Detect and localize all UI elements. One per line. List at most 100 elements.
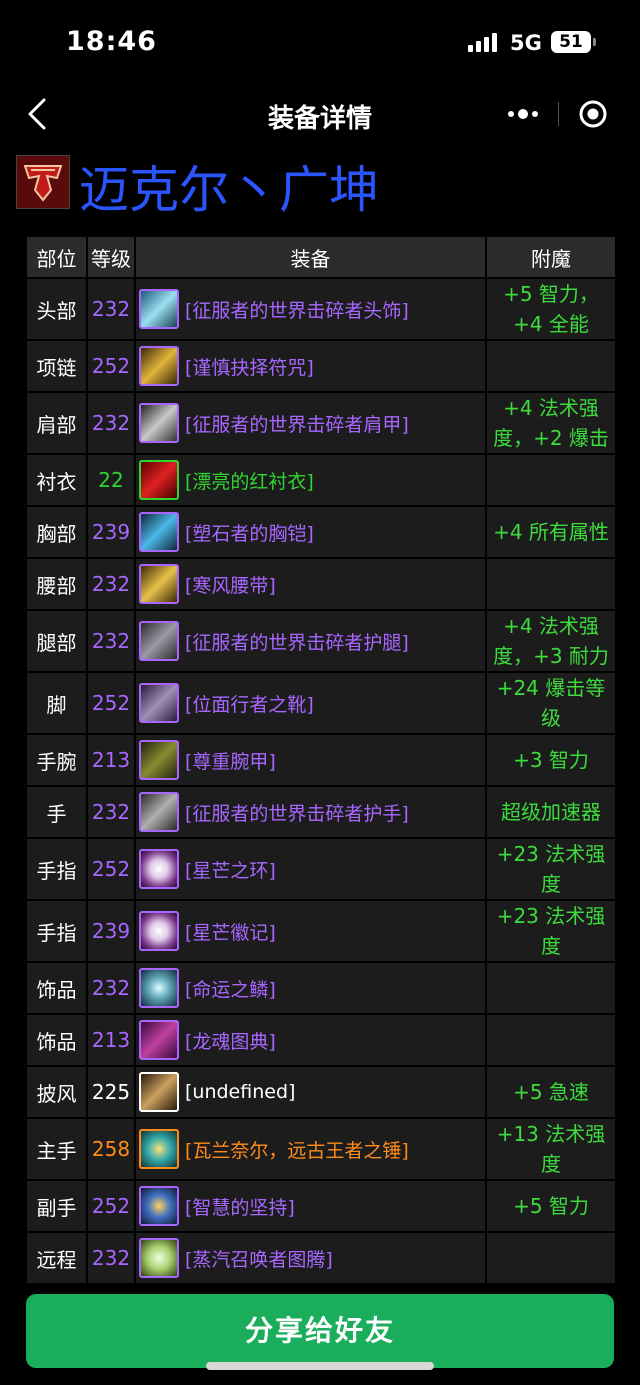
slot-cell: 饰品 — [25, 1013, 88, 1067]
item-cell[interactable]: [征服者的世界击碎者护腿] — [134, 609, 487, 673]
item-name-link[interactable]: [塑石者的胸铠] — [185, 519, 314, 546]
table-row[interactable]: 主手 258 [瓦兰奈尔，远古王者之锤] +13 法术强度 — [25, 1117, 617, 1181]
slot-cell: 肩部 — [25, 391, 88, 455]
table-row[interactable]: 项链 252 [谨慎抉择符咒] — [25, 339, 617, 393]
slot-cell: 手腕 — [25, 733, 88, 787]
item-cell[interactable]: [瓦兰奈尔，远古王者之锤] — [134, 1117, 487, 1181]
enchant-cell: +4 法术强度，+3 耐力 — [485, 609, 617, 673]
item-name-link[interactable]: [寒风腰带] — [185, 571, 276, 598]
offhand-icon — [139, 1186, 179, 1226]
item-cell[interactable]: [龙魂图典] — [134, 1013, 487, 1067]
slot-cell: 胸部 — [25, 505, 88, 559]
item-name-link[interactable]: [征服者的世界击碎者肩甲] — [185, 410, 409, 437]
book-icon — [139, 1020, 179, 1060]
item-name-link[interactable]: [征服者的世界击碎者护手] — [185, 799, 409, 826]
enchant-cell: +4 法术强度，+2 爆击 — [485, 391, 617, 455]
item-cell[interactable]: [undefined] — [134, 1065, 487, 1119]
item-name-link[interactable]: [星芒之环] — [185, 856, 276, 883]
table-row[interactable]: 胸部 239 [塑石者的胸铠] +4 所有属性 — [25, 505, 617, 559]
table-row[interactable]: 头部 232 [征服者的世界击碎者头饰] +5 智力，+4 全能 — [25, 277, 617, 341]
item-name-link[interactable]: [星芒徽记] — [185, 918, 276, 945]
close-button[interactable] — [578, 99, 608, 129]
table-row[interactable]: 衬衣 22 [漂亮的红衬衣] — [25, 453, 617, 507]
enchant-cell: +23 法术强度 — [485, 899, 617, 963]
amulet-icon — [139, 346, 179, 386]
enchant-cell: +24 爆击等级 — [485, 671, 617, 735]
cloak-icon — [139, 1072, 179, 1112]
item-level: 232 — [86, 609, 136, 673]
item-cell[interactable]: [谨慎抉择符咒] — [134, 339, 487, 393]
network-label: 5G — [510, 31, 542, 55]
item-cell[interactable]: [位面行者之靴] — [134, 671, 487, 735]
item-name-link[interactable]: [蒸汽召唤者图腾] — [185, 1245, 333, 1272]
item-level: 232 — [86, 391, 136, 455]
more-button[interactable] — [490, 92, 556, 136]
item-name-link[interactable]: [undefined] — [185, 1081, 295, 1103]
item-name-link[interactable]: [位面行者之靴] — [185, 690, 314, 717]
character-name: 迈克尔丶广坤 — [79, 161, 379, 219]
equipment-table: 部位 等级 装备 附魔 头部 232 [征服者的世界击碎者头饰] +5 智力，+4 全… — [25, 235, 617, 1285]
table-row[interactable]: 饰品 213 [龙魂图典] — [25, 1013, 617, 1067]
table-row[interactable]: 手指 239 [星芒徽记] +23 法术强度 — [25, 899, 617, 963]
table-row[interactable]: 饰品 232 [命运之鳞] — [25, 961, 617, 1015]
item-cell[interactable]: [命运之鳞] — [134, 961, 487, 1015]
gloves-icon — [139, 792, 179, 832]
enchant-cell: +5 智力 — [485, 1179, 617, 1233]
item-name-link[interactable]: [命运之鳞] — [185, 975, 276, 1002]
item-cell[interactable]: [星芒之环] — [134, 837, 487, 901]
item-name-link[interactable]: [尊重腕甲] — [185, 747, 276, 774]
item-cell[interactable]: [智慧的坚持] — [134, 1179, 487, 1233]
table-row[interactable]: 远程 232 [蒸汽召唤者图腾] — [25, 1231, 617, 1285]
item-cell[interactable]: [征服者的世界击碎者头饰] — [134, 277, 487, 341]
table-header-row: 部位 等级 装备 附魔 — [25, 235, 617, 279]
item-cell[interactable]: [星芒徽记] — [134, 899, 487, 963]
item-cell[interactable]: [征服者的世界击碎者肩甲] — [134, 391, 487, 455]
mini-program-capsule — [490, 92, 625, 136]
item-name-link[interactable]: [征服者的世界击碎者头饰] — [185, 296, 409, 323]
item-level: 22 — [86, 453, 136, 507]
slot-cell: 脚 — [25, 671, 88, 735]
table-row[interactable]: 手腕 213 [尊重腕甲] +3 智力 — [25, 733, 617, 787]
item-level: 232 — [86, 961, 136, 1015]
item-name-link[interactable]: [漂亮的红衬衣] — [185, 467, 314, 494]
table-row[interactable]: 副手 252 [智慧的坚持] +5 智力 — [25, 1179, 617, 1233]
item-cell[interactable]: [寒风腰带] — [134, 557, 487, 611]
enchant-cell: +13 法术强度 — [485, 1117, 617, 1181]
header-item: 装备 — [134, 235, 487, 279]
table-row[interactable]: 腰部 232 [寒风腰带] — [25, 557, 617, 611]
enchant-cell — [485, 557, 617, 611]
back-button[interactable] — [20, 94, 60, 134]
item-name-link[interactable]: [龙魂图典] — [185, 1027, 276, 1054]
enchant-cell: 超级加速器 — [485, 785, 617, 839]
item-level: 232 — [86, 785, 136, 839]
item-level: 258 — [86, 1117, 136, 1181]
signal-icon — [468, 32, 498, 52]
enchant-cell: +3 智力 — [485, 733, 617, 787]
chevron-left-icon — [28, 98, 46, 130]
table-row[interactable]: 披风 225 [undefined] +5 急速 — [25, 1065, 617, 1119]
shirt-icon — [139, 460, 179, 500]
table-row[interactable]: 手 232 [征服者的世界击碎者护手] 超级加速器 — [25, 785, 617, 839]
item-level: 232 — [86, 1231, 136, 1285]
enchant-cell: +5 智力，+4 全能 — [485, 277, 617, 341]
item-name-link[interactable]: [瓦兰奈尔，远古王者之锤] — [185, 1136, 409, 1163]
item-cell[interactable]: [征服者的世界击碎者护手] — [134, 785, 487, 839]
item-name-link[interactable]: [智慧的坚持] — [185, 1193, 295, 1220]
table-row[interactable]: 肩部 232 [征服者的世界击碎者肩甲] +4 法术强度，+2 爆击 — [25, 391, 617, 455]
share-button[interactable]: 分享给好友 — [26, 1294, 614, 1368]
home-indicator — [206, 1362, 434, 1370]
item-cell[interactable]: [漂亮的红衬衣] — [134, 453, 487, 507]
item-cell[interactable]: [塑石者的胸铠] — [134, 505, 487, 559]
item-name-link[interactable]: [征服者的世界击碎者护腿] — [185, 628, 409, 655]
legs-icon — [139, 621, 179, 661]
class-emblem-icon — [16, 155, 70, 209]
item-cell[interactable]: [尊重腕甲] — [134, 733, 487, 787]
item-level: 252 — [86, 671, 136, 735]
trinket-scale-icon — [139, 968, 179, 1008]
item-cell[interactable]: [蒸汽召唤者图腾] — [134, 1231, 487, 1285]
table-row[interactable]: 腿部 232 [征服者的世界击碎者护腿] +4 法术强度，+3 耐力 — [25, 609, 617, 673]
mace-icon — [139, 1129, 179, 1169]
item-name-link[interactable]: [谨慎抉择符咒] — [185, 353, 314, 380]
table-row[interactable]: 手指 252 [星芒之环] +23 法术强度 — [25, 837, 617, 901]
table-row[interactable]: 脚 252 [位面行者之靴] +24 爆击等级 — [25, 671, 617, 735]
